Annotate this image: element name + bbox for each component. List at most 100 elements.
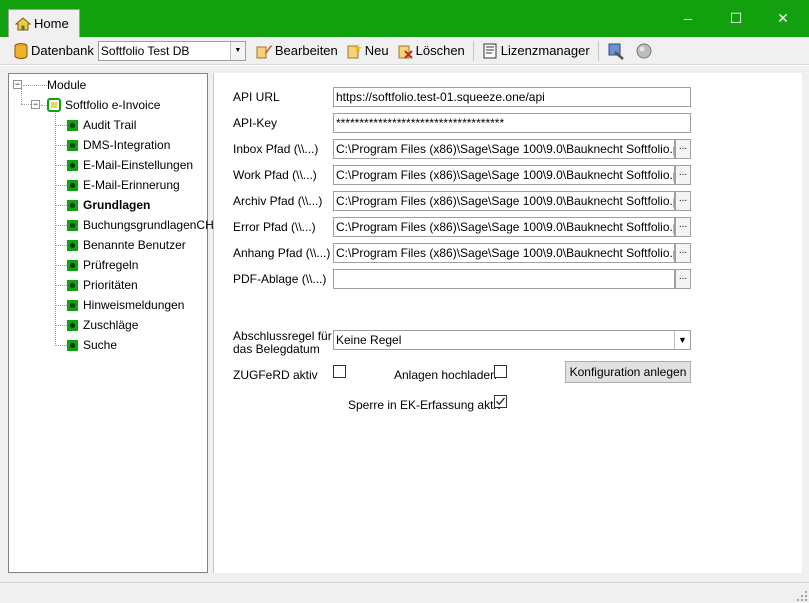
tree-item-prioritaeten[interactable]: Prioritäten — [55, 276, 138, 294]
tree-item-zuschlaege[interactable]: Zuschläge — [55, 316, 138, 334]
zugferd-checkbox[interactable] — [333, 365, 346, 378]
datenbank-select[interactable]: Softfolio Test DB ▼ — [97, 40, 246, 61]
neu-button[interactable]: Neu — [342, 40, 393, 62]
tree-item-grundlagen[interactable]: Grundlagen — [55, 196, 150, 214]
tree-line — [55, 325, 67, 326]
tree-item-email-einstellungen[interactable]: E-Mail-Einstellungen — [55, 156, 193, 174]
tree-line — [55, 305, 67, 306]
chevron-down-icon[interactable]: ▼ — [229, 41, 245, 60]
minimize-button[interactable]: – — [665, 6, 711, 30]
tree-item-buchungsgrundlagen[interactable]: BuchungsgrundlagenCH — [55, 216, 214, 234]
pdf-ablage-input[interactable] — [333, 269, 675, 289]
bearbeiten-label: Bearbeiten — [274, 43, 338, 58]
konfiguration-anlegen-button[interactable]: Konfiguration anlegen — [565, 361, 691, 383]
anhang-pfad-input[interactable]: C:\Program Files (x86)\Sage\Sage 100\9.0… — [333, 243, 675, 263]
maximize-button[interactable]: ☐ — [713, 6, 759, 30]
close-button[interactable]: ✕ — [760, 6, 806, 30]
abschlussregel-value: Keine Regel — [336, 333, 402, 347]
new-icon — [347, 43, 362, 58]
tree-item-label: DMS-Integration — [83, 138, 171, 152]
module-tree[interactable]: − Module − Softfolio e-Invoice Audit Tra… — [8, 73, 214, 573]
api-url-label: API URL — [233, 90, 280, 104]
work-browse-button[interactable]: ... — [675, 165, 691, 185]
error-pfad-label: Error Pfad (\\...) — [233, 220, 316, 234]
delete-icon — [398, 45, 413, 59]
tree-line — [55, 265, 67, 266]
tree-module[interactable]: − Softfolio e-Invoice — [31, 96, 160, 114]
tree-line — [55, 145, 67, 146]
tree-item-label: Prüfregeln — [83, 258, 139, 272]
tools-button[interactable] — [603, 40, 632, 62]
tree-root-label: Module — [47, 78, 87, 92]
resize-grip-icon[interactable] — [797, 591, 807, 601]
tree-line — [55, 205, 67, 206]
tree-item-hinweismeldungen[interactable]: Hinweismeldungen — [55, 296, 184, 314]
work-pfad-label: Work Pfad (\\...) — [233, 168, 317, 182]
chevron-down-icon[interactable]: ▼ — [674, 331, 690, 349]
tree-item-email-erinnerung[interactable]: E-Mail-Erinnerung — [55, 176, 180, 194]
datenbank-value: Softfolio Test DB — [100, 43, 190, 58]
tree-root[interactable]: − Module — [13, 76, 86, 94]
work-pfad-input[interactable]: C:\Program Files (x86)\Sage\Sage 100\9.0… — [333, 165, 675, 185]
archiv-browse-button[interactable]: ... — [675, 191, 691, 211]
tree-line — [23, 85, 47, 86]
collapse-icon[interactable]: − — [31, 100, 40, 109]
anhang-browse-button[interactable]: ... — [675, 243, 691, 263]
sperre-checkbox[interactable] — [494, 395, 507, 408]
api-key-label: API-Key — [233, 116, 278, 130]
globe-icon — [636, 43, 652, 58]
module-item-icon — [67, 339, 78, 351]
tree-item-audit-trail[interactable]: Audit Trail — [55, 116, 136, 134]
toolbar: Datenbank Softfolio Test DB ▼ Bearbeiten… — [0, 37, 809, 65]
inbox-pfad-input[interactable]: C:\Program Files (x86)\Sage\Sage 100\9.0… — [333, 139, 675, 159]
tree-item-label: Grundlagen — [83, 198, 151, 212]
module-item-icon — [67, 159, 78, 171]
info-button[interactable] — [632, 40, 659, 62]
tree-item-label: Audit Trail — [83, 118, 137, 132]
database-icon — [14, 42, 28, 59]
toolbar-separator — [472, 40, 474, 61]
tree-line — [55, 165, 67, 166]
datenbank-label-group: Datenbank — [10, 40, 98, 62]
error-browse-button[interactable]: ... — [675, 217, 691, 237]
tree-item-label: Benannte Benutzer — [83, 238, 186, 252]
bearbeiten-button[interactable]: Bearbeiten — [252, 40, 342, 62]
tree-line — [55, 245, 67, 246]
tree-item-label: Hinweismeldungen — [83, 298, 185, 312]
tree-item-suche[interactable]: Suche — [55, 336, 117, 354]
collapse-icon[interactable]: − — [13, 80, 22, 89]
lizenzmanager-button[interactable]: Lizenzmanager — [478, 40, 594, 62]
tab-home[interactable]: Home — [8, 9, 80, 37]
tree-item-label: Zuschläge — [83, 318, 139, 332]
anlagen-checkbox[interactable] — [494, 365, 507, 378]
tree-item-benannte-benutzer[interactable]: Benannte Benutzer — [55, 236, 186, 254]
api-url-input[interactable]: https://softfolio.test-01.squeeze.one/ap… — [333, 87, 691, 107]
module-item-icon — [67, 139, 78, 151]
settings-panel: API URL https://softfolio.test-01.squeez… — [213, 73, 802, 573]
loeschen-button[interactable]: Löschen — [393, 40, 469, 62]
module-item-icon — [67, 319, 78, 331]
anlagen-label: Anlagen hochladen — [394, 368, 497, 382]
pdf-browse-button[interactable]: ... — [675, 269, 691, 289]
tree-line — [21, 104, 31, 105]
abschlussregel-select[interactable]: Keine Regel ▼ — [333, 330, 691, 350]
inbox-browse-button[interactable]: ... — [675, 139, 691, 159]
license-icon — [483, 43, 497, 58]
tree-item-label: BuchungsgrundlagenCH — [83, 218, 214, 232]
zugferd-label: ZUGFeRD aktiv — [233, 368, 318, 382]
edit-icon — [256, 44, 272, 58]
error-pfad-input[interactable]: C:\Program Files (x86)\Sage\Sage 100\9.0… — [333, 217, 675, 237]
tree-line — [55, 125, 67, 126]
tab-home-label: Home — [34, 16, 69, 31]
tree-item-dms-integration[interactable]: DMS-Integration — [55, 136, 170, 154]
anhang-pfad-label: Anhang Pfad (\\...) — [233, 246, 331, 260]
api-key-input[interactable]: ************************************ — [333, 113, 691, 133]
tree-item-pruefregeln[interactable]: Prüfregeln — [55, 256, 138, 274]
checkmark-icon — [496, 397, 505, 406]
sperre-label: Sperre in EK-Erfassung aktiv — [348, 398, 503, 412]
module-item-icon — [67, 279, 78, 291]
archiv-pfad-input[interactable]: C:\Program Files (x86)\Sage\Sage 100\9.0… — [333, 191, 675, 211]
loeschen-label: Löschen — [415, 43, 465, 58]
module-item-icon — [67, 119, 78, 131]
tools-icon — [608, 43, 624, 60]
